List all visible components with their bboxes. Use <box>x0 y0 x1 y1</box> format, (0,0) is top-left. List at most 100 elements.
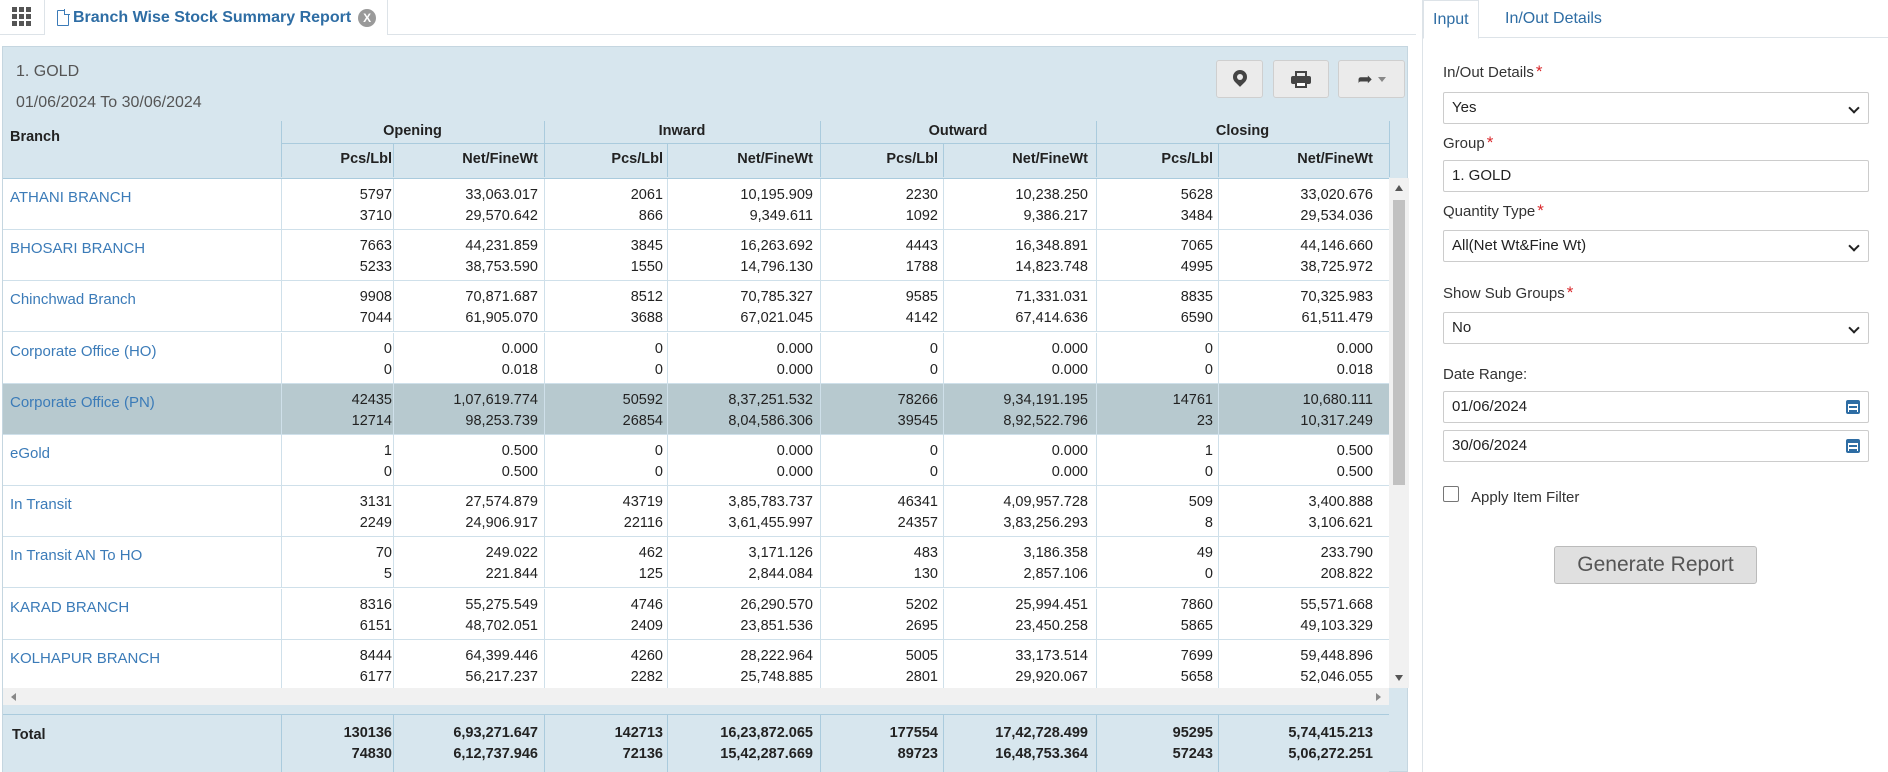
column-divider <box>943 588 944 640</box>
branch-link[interactable]: Chinchwad Branch <box>10 291 136 308</box>
column-divider <box>281 383 282 435</box>
group-field[interactable]: 1. GOLD <box>1443 160 1869 192</box>
generate-report-button[interactable]: Generate Report <box>1554 546 1757 584</box>
report-date-range: 01/06/2024 To 30/06/2024 <box>16 94 202 111</box>
weight-cell: 67,021.045 <box>740 310 813 327</box>
table-row[interactable]: In Transit AN To HO 70 249.022 462 3,171.126… <box>3 537 1389 589</box>
scroll-down-icon[interactable] <box>1395 675 1403 681</box>
column-divider <box>544 281 545 333</box>
pcs-cell: 5 <box>383 566 392 583</box>
total-pcs-cell: 89723 <box>897 746 938 762</box>
show-sub-groups-select[interactable]: No <box>1443 312 1869 344</box>
required-mark: * <box>1486 133 1494 152</box>
column-divider <box>943 537 944 589</box>
weight-cell: 1,07,619.774 <box>453 391 538 408</box>
pcs-cell: 3710 <box>359 208 392 224</box>
branch-link[interactable]: eGold <box>10 445 50 462</box>
column-divider <box>1218 383 1219 435</box>
report-tab[interactable]: Branch Wise Stock Summary Report X <box>44 0 388 35</box>
pcs-cell: 5233 <box>359 259 392 276</box>
branch-link[interactable]: KARAD BRANCH <box>10 599 129 616</box>
column-divider <box>281 588 282 640</box>
side-tabs: Input In/Out Details <box>1423 0 1888 39</box>
scroll-up-icon[interactable] <box>1395 185 1403 191</box>
map-pin-button[interactable] <box>1216 60 1263 98</box>
weight-cell: 98,253.739 <box>465 412 538 429</box>
tab-input[interactable]: Input <box>1423 0 1479 39</box>
calendar-icon[interactable] <box>1846 400 1860 414</box>
table-row[interactable]: Corporate Office (PN) 42435 1,07,619.774 50… <box>3 383 1389 435</box>
print-button[interactable] <box>1273 60 1329 98</box>
table-row[interactable]: In Transit 3131 27,574.879 43719 3,85,783.73… <box>3 486 1389 538</box>
inout-details-select[interactable]: Yes <box>1443 92 1869 124</box>
column-header-weight: Net/FineWt <box>1297 151 1373 167</box>
table-row[interactable]: BHOSARI BRANCH 7663 44,231.859 3845 16,263.6… <box>3 230 1389 282</box>
weight-cell: 48,702.051 <box>465 617 538 634</box>
column-divider <box>393 179 394 230</box>
total-weight-cell: 5,06,272.251 <box>1288 746 1373 762</box>
close-icon[interactable]: X <box>358 8 377 27</box>
column-divider <box>544 588 545 640</box>
total-pcs-cell: 177554 <box>889 725 938 741</box>
branch-link[interactable]: Corporate Office (HO) <box>10 343 156 360</box>
weight-cell: 0.000 <box>1051 340 1088 357</box>
column-divider <box>281 435 282 486</box>
branch-link[interactable]: In Transit AN To HO <box>10 547 142 564</box>
tab-inout-details[interactable]: In/Out Details <box>1496 0 1611 38</box>
pcs-cell: 5202 <box>905 596 938 613</box>
weight-cell: 67,414.636 <box>1015 310 1088 327</box>
pcs-cell: 8835 <box>1180 289 1213 306</box>
calendar-icon[interactable] <box>1846 439 1860 453</box>
date-to-input[interactable]: 30/06/2024 <box>1443 430 1869 462</box>
share-button[interactable]: ➦ <box>1338 60 1405 98</box>
report-panel: 1. GOLD 01/06/2024 To 30/06/2024 ➦ Branc… <box>2 46 1409 772</box>
column-divider <box>393 588 394 640</box>
table-row[interactable]: Corporate Office (HO) 0 0.000 0 0.000 0 0.000 0… <box>3 332 1389 384</box>
weight-cell: 3,61,455.997 <box>728 515 813 532</box>
branch-link[interactable]: BHOSARI BRANCH <box>10 240 145 257</box>
quantity-type-select[interactable]: All(Net Wt&Fine Wt) <box>1443 230 1869 262</box>
weight-cell: 0.000 <box>776 464 813 480</box>
weight-cell: 28,222.964 <box>740 647 813 664</box>
weight-cell: 61,511.479 <box>1301 310 1374 327</box>
column-divider <box>943 715 944 772</box>
pcs-cell: 42435 <box>351 391 392 408</box>
scrollbar-thumb[interactable] <box>1393 200 1405 485</box>
column-divider <box>1389 121 1390 177</box>
weight-cell: 3,186.358 <box>1023 545 1088 562</box>
branch-link[interactable]: ATHANI BRANCH <box>10 189 131 206</box>
apps-grid-icon[interactable] <box>12 7 34 27</box>
vertical-scrollbar[interactable] <box>1389 178 1409 688</box>
horizontal-scrollbar[interactable] <box>3 688 1389 705</box>
column-divider <box>943 383 944 435</box>
column-divider <box>281 281 282 333</box>
scroll-right-icon[interactable] <box>1376 693 1381 701</box>
table-row[interactable]: Chinchwad Branch 9908 70,871.687 8512 70,785… <box>3 281 1389 333</box>
date-from-input[interactable]: 01/06/2024 <box>1443 391 1869 423</box>
column-divider <box>393 537 394 589</box>
table-row[interactable]: eGold 1 0.500 0 0.000 0 0.000 1 0.500 0 0.500 0 0.00… <box>3 435 1389 486</box>
table-row[interactable]: KARAD BRANCH 8316 55,275.549 4746 26,290.570… <box>3 588 1389 640</box>
table-body[interactable]: ATHANI BRANCH 5797 33,063.017 2061 10,195.90… <box>3 178 1389 688</box>
apply-item-filter-checkbox[interactable] <box>1443 486 1459 502</box>
table-row[interactable]: KOLHAPUR BRANCH 8444 64,399.446 4260 28,222.… <box>3 639 1389 688</box>
pcs-cell: 0 <box>1204 464 1213 480</box>
pcs-cell: 0 <box>929 464 938 480</box>
column-divider <box>943 639 944 688</box>
weight-cell: 55,571.668 <box>1300 596 1373 613</box>
column-divider <box>393 383 394 435</box>
weight-cell: 27,574.879 <box>465 494 538 511</box>
share-icon: ➦ <box>1357 68 1373 89</box>
branch-link[interactable]: KOLHAPUR BRANCH <box>10 650 160 667</box>
column-divider <box>667 281 668 333</box>
weight-cell: 249.022 <box>485 545 538 562</box>
column-divider <box>544 121 545 177</box>
table-row[interactable]: ATHANI BRANCH 5797 33,063.017 2061 10,195.90… <box>3 179 1389 230</box>
branch-link[interactable]: Corporate Office (PN) <box>10 394 155 411</box>
weight-cell: 0.000 <box>1051 443 1088 459</box>
weight-cell: 44,146.660 <box>1300 238 1373 255</box>
quantity-type-label: Quantity Type * <box>1443 201 1544 221</box>
scroll-left-icon[interactable] <box>11 693 16 701</box>
branch-link[interactable]: In Transit <box>10 496 72 513</box>
weight-cell: 25,994.451 <box>1015 596 1088 613</box>
